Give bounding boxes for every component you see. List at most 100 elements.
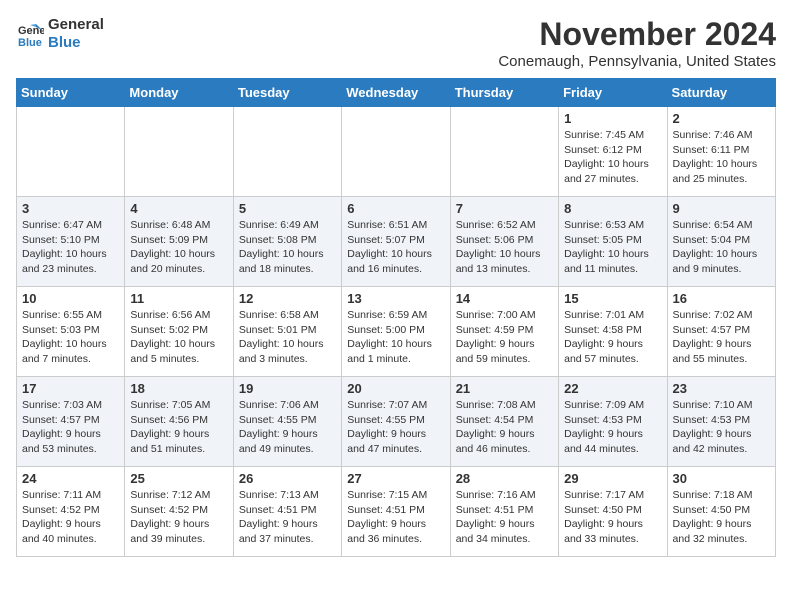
day-info: Sunrise: 6:51 AM Sunset: 5:07 PM Dayligh… (347, 218, 444, 277)
calendar-table: SundayMondayTuesdayWednesdayThursdayFrid… (16, 78, 776, 557)
calendar-cell: 24 Sunrise: 7:11 AM Sunset: 4:52 PM Dayli… (17, 467, 125, 557)
day-info: Sunrise: 6:58 AM Sunset: 5:01 PM Dayligh… (239, 308, 336, 367)
main-title: November 2024 (498, 16, 776, 53)
day-info: Sunrise: 6:48 AM Sunset: 5:09 PM Dayligh… (130, 218, 227, 277)
logo-text-block: General Blue (48, 16, 104, 52)
logo: General Blue General Blue (16, 16, 104, 52)
calendar-cell: 8 Sunrise: 6:53 AM Sunset: 5:05 PM Daylig… (559, 197, 667, 287)
day-info: Sunrise: 6:49 AM Sunset: 5:08 PM Dayligh… (239, 218, 336, 277)
logo-icon: General Blue (16, 20, 44, 48)
header-friday: Friday (559, 79, 667, 107)
calendar-cell: 6 Sunrise: 6:51 AM Sunset: 5:07 PM Daylig… (342, 197, 450, 287)
calendar-cell: 18 Sunrise: 7:05 AM Sunset: 4:56 PM Dayli… (125, 377, 233, 467)
day-number: 29 (564, 471, 661, 486)
calendar-cell (125, 107, 233, 197)
day-number: 22 (564, 381, 661, 396)
calendar-cell: 27 Sunrise: 7:15 AM Sunset: 4:51 PM Dayli… (342, 467, 450, 557)
calendar-cell: 30 Sunrise: 7:18 AM Sunset: 4:50 PM Dayli… (667, 467, 775, 557)
week-row-4: 24 Sunrise: 7:11 AM Sunset: 4:52 PM Dayli… (17, 467, 776, 557)
day-info: Sunrise: 6:54 AM Sunset: 5:04 PM Dayligh… (673, 218, 770, 277)
day-info: Sunrise: 7:46 AM Sunset: 6:11 PM Dayligh… (673, 128, 770, 187)
week-row-0: 1Sunrise: 7:45 AM Sunset: 6:12 PM Daylig… (17, 107, 776, 197)
day-number: 5 (239, 201, 336, 216)
day-info: Sunrise: 7:09 AM Sunset: 4:53 PM Dayligh… (564, 398, 661, 457)
calendar-cell (342, 107, 450, 197)
day-info: Sunrise: 7:12 AM Sunset: 4:52 PM Dayligh… (130, 488, 227, 547)
day-info: Sunrise: 7:18 AM Sunset: 4:50 PM Dayligh… (673, 488, 770, 547)
calendar-cell: 4 Sunrise: 6:48 AM Sunset: 5:09 PM Daylig… (125, 197, 233, 287)
calendar-cell: 29Sunrise: 7:17 AM Sunset: 4:50 PM Dayli… (559, 467, 667, 557)
title-section: November 2024 Conemaugh, Pennsylvania, U… (498, 16, 776, 70)
calendar-cell: 5 Sunrise: 6:49 AM Sunset: 5:08 PM Daylig… (233, 197, 341, 287)
day-number: 2 (673, 111, 770, 126)
svg-text:Blue: Blue (18, 37, 42, 48)
day-info: Sunrise: 7:05 AM Sunset: 4:56 PM Dayligh… (130, 398, 227, 457)
calendar-cell: 1Sunrise: 7:45 AM Sunset: 6:12 PM Daylig… (559, 107, 667, 197)
day-number: 12 (239, 291, 336, 306)
calendar-cell (450, 107, 558, 197)
day-info: Sunrise: 6:55 AM Sunset: 5:03 PM Dayligh… (22, 308, 119, 367)
calendar-cell: 14 Sunrise: 7:00 AM Sunset: 4:59 PM Dayli… (450, 287, 558, 377)
day-info: Sunrise: 6:52 AM Sunset: 5:06 PM Dayligh… (456, 218, 553, 277)
day-info: Sunrise: 6:53 AM Sunset: 5:05 PM Dayligh… (564, 218, 661, 277)
logo-general: General Blue (48, 16, 104, 52)
day-info: Sunrise: 7:08 AM Sunset: 4:54 PM Dayligh… (456, 398, 553, 457)
day-info: Sunrise: 7:01 AM Sunset: 4:58 PM Dayligh… (564, 308, 661, 367)
calendar-cell: 28 Sunrise: 7:16 AM Sunset: 4:51 PM Dayli… (450, 467, 558, 557)
day-number: 7 (456, 201, 553, 216)
calendar-cell: 3 Sunrise: 6:47 AM Sunset: 5:10 PM Daylig… (17, 197, 125, 287)
day-info: Sunrise: 7:06 AM Sunset: 4:55 PM Dayligh… (239, 398, 336, 457)
header-tuesday: Tuesday (233, 79, 341, 107)
calendar-cell: 12 Sunrise: 6:58 AM Sunset: 5:01 PM Dayli… (233, 287, 341, 377)
week-row-1: 3 Sunrise: 6:47 AM Sunset: 5:10 PM Daylig… (17, 197, 776, 287)
day-info: Sunrise: 6:56 AM Sunset: 5:02 PM Dayligh… (130, 308, 227, 367)
day-info: Sunrise: 7:11 AM Sunset: 4:52 PM Dayligh… (22, 488, 119, 547)
day-number: 28 (456, 471, 553, 486)
day-info: Sunrise: 6:47 AM Sunset: 5:10 PM Dayligh… (22, 218, 119, 277)
day-number: 8 (564, 201, 661, 216)
calendar-cell: 26 Sunrise: 7:13 AM Sunset: 4:51 PM Dayli… (233, 467, 341, 557)
day-info: Sunrise: 7:02 AM Sunset: 4:57 PM Dayligh… (673, 308, 770, 367)
day-number: 26 (239, 471, 336, 486)
day-number: 25 (130, 471, 227, 486)
day-info: Sunrise: 7:10 AM Sunset: 4:53 PM Dayligh… (673, 398, 770, 457)
day-number: 10 (22, 291, 119, 306)
day-number: 13 (347, 291, 444, 306)
day-info: Sunrise: 7:16 AM Sunset: 4:51 PM Dayligh… (456, 488, 553, 547)
day-info: Sunrise: 6:59 AM Sunset: 5:00 PM Dayligh… (347, 308, 444, 367)
calendar-cell: 15 Sunrise: 7:01 AM Sunset: 4:58 PM Dayli… (559, 287, 667, 377)
calendar-cell: 11 Sunrise: 6:56 AM Sunset: 5:02 PM Dayli… (125, 287, 233, 377)
day-info: Sunrise: 7:45 AM Sunset: 6:12 PM Dayligh… (564, 128, 661, 187)
svg-text:General: General (18, 25, 44, 37)
calendar-cell: 9 Sunrise: 6:54 AM Sunset: 5:04 PM Daylig… (667, 197, 775, 287)
day-number: 9 (673, 201, 770, 216)
day-number: 15 (564, 291, 661, 306)
day-info: Sunrise: 7:13 AM Sunset: 4:51 PM Dayligh… (239, 488, 336, 547)
day-number: 23 (673, 381, 770, 396)
calendar-cell: 19 Sunrise: 7:06 AM Sunset: 4:55 PM Dayli… (233, 377, 341, 467)
calendar-cell: 20Sunrise: 7:07 AM Sunset: 4:55 PM Dayli… (342, 377, 450, 467)
day-number: 4 (130, 201, 227, 216)
day-info: Sunrise: 7:15 AM Sunset: 4:51 PM Dayligh… (347, 488, 444, 547)
day-number: 19 (239, 381, 336, 396)
day-number: 14 (456, 291, 553, 306)
day-info: Sunrise: 7:00 AM Sunset: 4:59 PM Dayligh… (456, 308, 553, 367)
header-thursday: Thursday (450, 79, 558, 107)
day-number: 11 (130, 291, 227, 306)
day-number: 6 (347, 201, 444, 216)
day-info: Sunrise: 7:03 AM Sunset: 4:57 PM Dayligh… (22, 398, 119, 457)
day-number: 24 (22, 471, 119, 486)
day-number: 18 (130, 381, 227, 396)
header-wednesday: Wednesday (342, 79, 450, 107)
header: General Blue General Blue November 2024 … (16, 16, 776, 70)
header-saturday: Saturday (667, 79, 775, 107)
calendar-cell: 21Sunrise: 7:08 AM Sunset: 4:54 PM Dayli… (450, 377, 558, 467)
calendar-cell: 7 Sunrise: 6:52 AM Sunset: 5:06 PM Daylig… (450, 197, 558, 287)
day-number: 3 (22, 201, 119, 216)
day-number: 30 (673, 471, 770, 486)
calendar-cell: 2 Sunrise: 7:46 AM Sunset: 6:11 PM Daylig… (667, 107, 775, 197)
day-number: 27 (347, 471, 444, 486)
header-row: SundayMondayTuesdayWednesdayThursdayFrid… (17, 79, 776, 107)
calendar-cell (233, 107, 341, 197)
calendar-cell: 13 Sunrise: 6:59 AM Sunset: 5:00 PM Dayli… (342, 287, 450, 377)
